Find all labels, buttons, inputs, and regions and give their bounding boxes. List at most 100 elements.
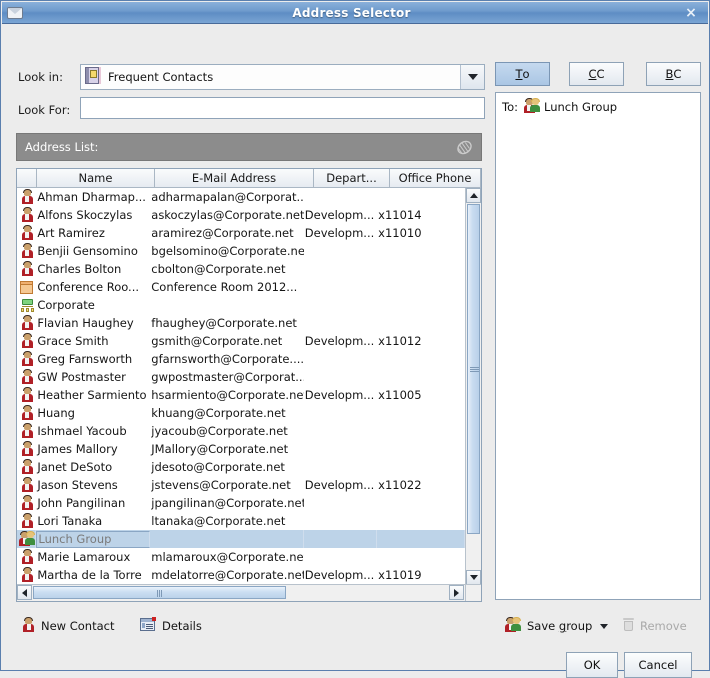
details-button[interactable]: Details: [140, 615, 202, 637]
dialog-body: Look in: Frequent Contacts Look For: To …: [2, 24, 708, 678]
row-email: [150, 530, 304, 548]
table-row[interactable]: Conference Roo... Conference Room 2012...: [17, 278, 465, 296]
chevron-down-icon[interactable]: [600, 623, 609, 629]
row-department: [304, 422, 377, 440]
vertical-scrollbar-thumb[interactable]: [467, 204, 480, 534]
table-header-row: Name E-Mail Address Depart... Office Pho…: [17, 169, 481, 188]
row-department: [304, 494, 377, 512]
row-office-phone: [377, 422, 465, 440]
horizontal-scrollbar[interactable]: [17, 584, 465, 601]
scroll-right-icon[interactable]: [449, 585, 464, 600]
new-contact-button[interactable]: New Contact: [22, 615, 114, 637]
table-row[interactable]: Ishmael Yacoub jyacoub@Corporate.net: [17, 422, 465, 440]
row-department: [304, 458, 377, 476]
save-group-button[interactable]: Save group: [504, 615, 609, 637]
table-row[interactable]: Jason Stevens jstevens@Corporate.net Devel…: [17, 476, 465, 494]
table-body[interactable]: Ahman Dharmap... adharmapalan@Corporat...…: [17, 188, 465, 585]
row-email: adharmapalan@Corporat...: [151, 190, 304, 204]
recipient-prefix-label: To:: [502, 100, 518, 114]
row-name: Conference Roo...: [37, 280, 140, 294]
person-icon: [17, 350, 36, 368]
table-row[interactable]: Janet DeSoto jdesoto@Corporate.net: [17, 458, 465, 476]
details-icon: [140, 616, 156, 635]
cancel-button[interactable]: Cancel: [624, 652, 692, 678]
table-row[interactable]: John Pangilinan jpangilinan@Corporate.net: [17, 494, 465, 512]
ok-button[interactable]: OK: [566, 652, 618, 678]
table-row[interactable]: Alfons Skoczylas askoczylas@Corporate.net…: [17, 206, 465, 224]
cc-button-mnemonic: C: [588, 67, 597, 81]
row-office-phone: [377, 512, 465, 530]
row-office-phone: [377, 314, 465, 332]
person-icon: [17, 242, 36, 260]
row-email: Conference Room 2012...: [151, 280, 298, 294]
bcc-button[interactable]: BC: [646, 62, 701, 86]
cc-button[interactable]: CC: [569, 62, 624, 86]
row-department: [304, 260, 377, 278]
column-header-email[interactable]: E-Mail Address: [155, 169, 314, 187]
table-row[interactable]: Heather Sarmiento hsarmiento@Corporate.ne…: [17, 386, 465, 404]
row-email: cbolton@Corporate.net: [151, 262, 286, 276]
row-name: Jason Stevens: [37, 478, 118, 492]
table-row[interactable]: Grace Smith gsmith@Corporate.net Developm.…: [17, 332, 465, 350]
recipient-list-panel[interactable]: To: Lunch Group: [495, 92, 701, 600]
row-name: Alfons Skoczylas: [37, 208, 133, 222]
look-in-value: Frequent Contacts: [108, 70, 214, 84]
row-email: aramirez@Corporate.net: [151, 226, 294, 240]
title-bar[interactable]: Address Selector ×: [2, 2, 708, 24]
resource-icon: [17, 278, 36, 296]
search-directory-icon[interactable]: [455, 138, 474, 157]
row-office-phone: [377, 530, 465, 548]
look-for-input[interactable]: [80, 97, 485, 119]
person-icon: [17, 422, 36, 440]
row-department: Developm...: [304, 226, 375, 240]
column-header-icon[interactable]: [17, 169, 37, 187]
chevron-down-icon[interactable]: [460, 65, 484, 89]
row-email: khuang@Corporate.net: [151, 406, 286, 420]
table-row[interactable]: Art Ramirez aramirez@Corporate.net Develop…: [17, 224, 465, 242]
table-row[interactable]: Ahman Dharmap... adharmapalan@Corporat...: [17, 188, 465, 206]
row-name: Flavian Haughey: [37, 316, 134, 330]
table-row[interactable]: Corporate: [17, 296, 465, 314]
table-row[interactable]: Flavian Haughey fhaughey@Corporate.net: [17, 314, 465, 332]
row-name: Greg Farnsworth: [37, 352, 133, 366]
table-row[interactable]: Lori Tanaka ltanaka@Corporate.net: [17, 512, 465, 530]
table-row[interactable]: Greg Farnsworth gfarnsworth@Corporate....: [17, 350, 465, 368]
close-icon[interactable]: ×: [678, 3, 704, 23]
column-header-name[interactable]: Name: [37, 169, 155, 187]
to-button[interactable]: To: [495, 62, 550, 86]
person-icon: [17, 224, 36, 242]
scroll-up-icon[interactable]: [466, 188, 481, 203]
bcc-button-mnemonic: B: [665, 67, 674, 81]
row-email: gwpostmaster@Corporat...: [151, 370, 304, 384]
column-header-department[interactable]: Depart...: [314, 169, 390, 187]
save-group-label: Save group: [527, 619, 592, 633]
row-office-phone: [377, 458, 465, 476]
row-name: James Mallory: [37, 442, 118, 456]
table-row[interactable]: Charles Bolton cbolton@Corporate.net: [17, 260, 465, 278]
row-office-phone: [377, 440, 465, 458]
scroll-left-icon[interactable]: [17, 585, 32, 600]
table-row[interactable]: GW Postmaster gwpostmaster@Corporat...: [17, 368, 465, 386]
row-department: [304, 296, 377, 314]
recipient-entry[interactable]: To: Lunch Group: [502, 97, 694, 116]
table-row[interactable]: Lunch Group: [17, 530, 465, 548]
table-row[interactable]: Martha de la Torre mdelatorre@Corporate.n…: [17, 566, 465, 584]
person-icon: [17, 548, 36, 566]
table-row[interactable]: Marie Lamaroux mlamaroux@Corporate.net: [17, 548, 465, 566]
person-icon: [17, 332, 36, 350]
row-email: jstevens@Corporate.net: [151, 478, 291, 492]
horizontal-scrollbar-thumb[interactable]: [33, 586, 286, 599]
vertical-scrollbar[interactable]: [465, 188, 481, 585]
table-row[interactable]: Benjii Gensomino bgelsomino@Corporate.net: [17, 242, 465, 260]
column-header-office-phone[interactable]: Office Phone: [390, 169, 481, 187]
scroll-down-icon[interactable]: [466, 570, 481, 585]
address-book-icon: [85, 67, 101, 87]
row-email: jdesoto@Corporate.net: [151, 460, 285, 474]
table-row[interactable]: Huang khuang@Corporate.net: [17, 404, 465, 422]
row-department: [304, 350, 377, 368]
row-name: Huang: [37, 406, 75, 420]
look-in-combobox[interactable]: Frequent Contacts: [80, 64, 485, 90]
row-department: [304, 314, 377, 332]
row-office-phone: [377, 548, 465, 566]
table-row[interactable]: James Mallory JMallory@Corporate.net: [17, 440, 465, 458]
